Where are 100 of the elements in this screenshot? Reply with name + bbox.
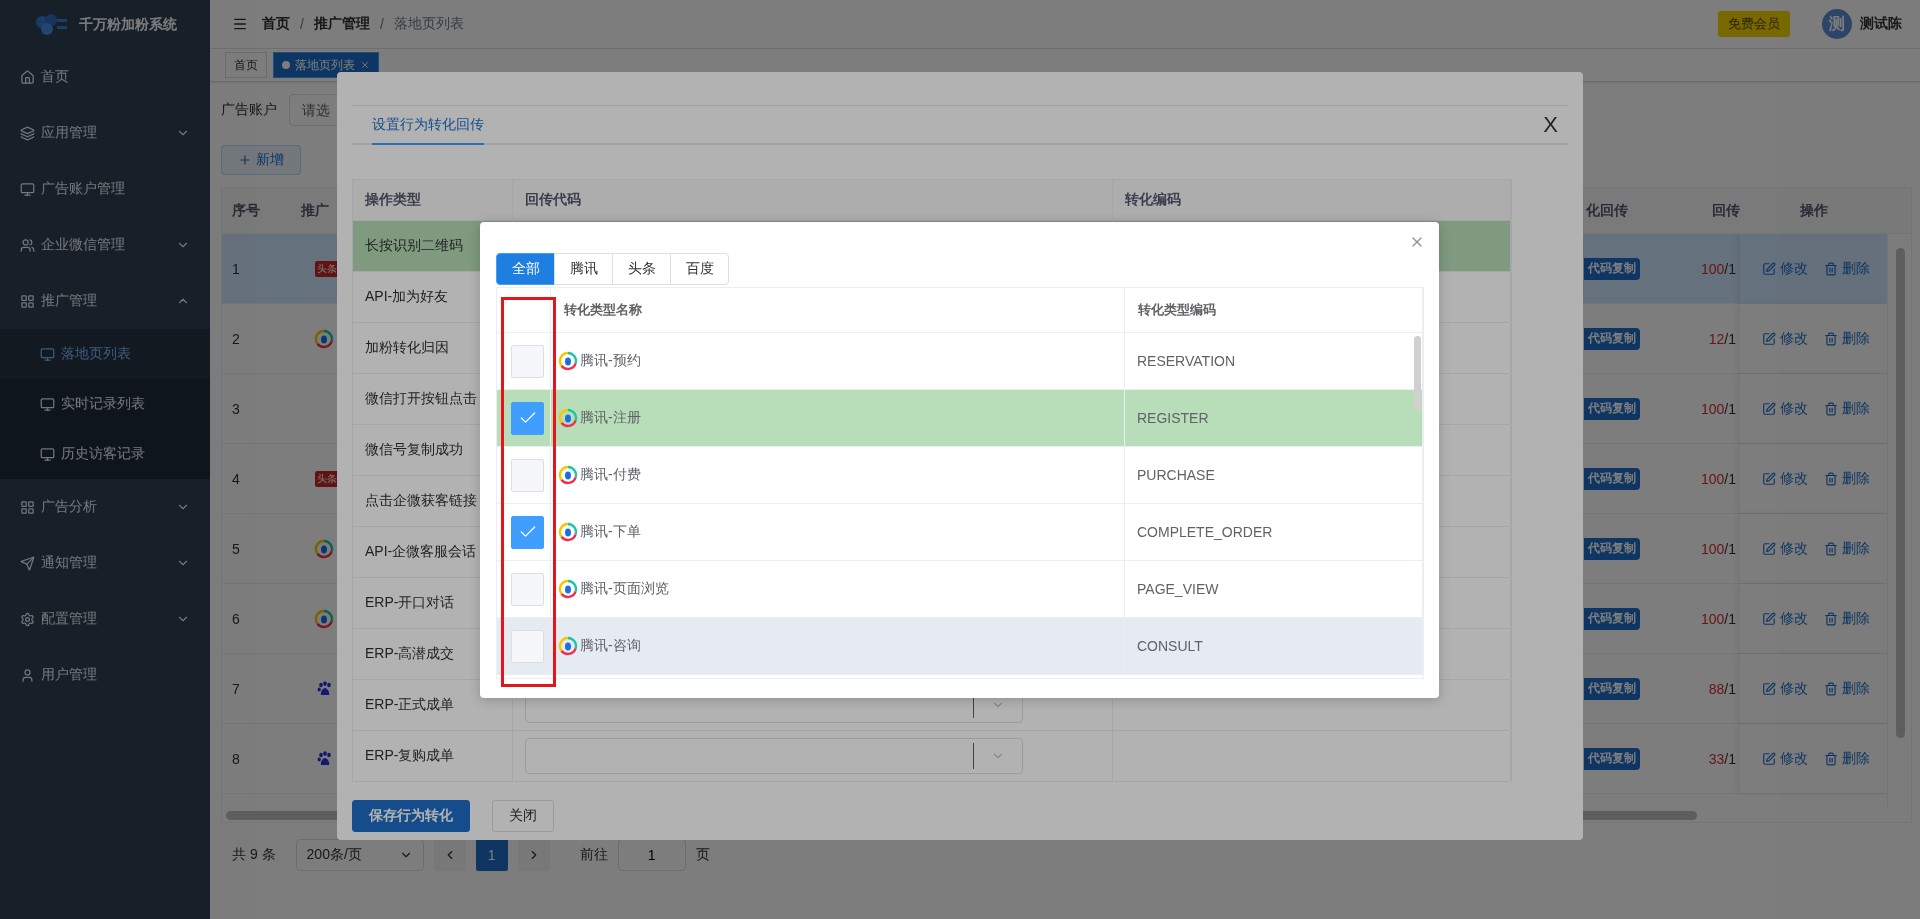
column-header: 回传	[1711, 200, 1740, 220]
filter-tab[interactable]: 腾讯	[554, 253, 613, 285]
copy-code-button[interactable]: 代码复制	[1584, 747, 1640, 770]
table-cell: RESERVATION	[1137, 353, 1236, 369]
avatar[interactable]: 测	[1822, 9, 1852, 39]
table-cell-text: 100/1	[1699, 470, 1737, 487]
close-icon[interactable]	[360, 60, 370, 70]
sidebar-item[interactable]: 应用管理	[0, 105, 210, 161]
close-button[interactable]: X	[1533, 111, 1568, 138]
delete-link[interactable]: 删除	[1824, 539, 1870, 558]
delete-link[interactable]: 删除	[1824, 609, 1870, 628]
dot-icon	[282, 61, 290, 69]
column-header: 推广	[301, 201, 329, 220]
sidebar-item[interactable]: 通知管理	[0, 535, 210, 591]
breadcrumb-item[interactable]: 推广管理	[313, 15, 370, 33]
add-button[interactable]: 新增	[221, 145, 301, 175]
breadcrumb-item[interactable]: 落地页列表	[393, 15, 464, 33]
sidebar-item[interactable]: 广告分析	[0, 479, 210, 535]
next-page-button[interactable]	[517, 839, 550, 871]
copy-code-button[interactable]: 代码复制	[1584, 397, 1640, 420]
grid-icon	[20, 499, 35, 515]
menu-icon[interactable]	[232, 16, 248, 32]
delete-link[interactable]: 删除	[1824, 329, 1870, 348]
save-button[interactable]: 保存行为转化	[352, 800, 470, 832]
trash-icon	[1824, 681, 1838, 696]
table-row[interactable]: 腾讯-页面浏览 PAGE_VIEW	[497, 561, 1423, 618]
breadcrumb-item[interactable]: 首页	[262, 15, 290, 33]
trash-icon	[1824, 541, 1838, 556]
page-tag[interactable]: 落地页列表	[273, 52, 379, 78]
trash-icon	[1824, 751, 1838, 766]
logo-icon	[33, 12, 69, 37]
edit-link[interactable]: 修改	[1762, 749, 1808, 768]
edit-link[interactable]: 修改	[1762, 609, 1808, 628]
close-button[interactable]: 关闭	[492, 800, 554, 832]
page-button[interactable]: 1	[475, 839, 508, 871]
checkbox[interactable]	[511, 401, 544, 435]
filter-tab[interactable]: 头条	[612, 253, 671, 285]
table-row[interactable]: 腾讯-付费 PURCHASE	[497, 447, 1423, 504]
table-cell: 腾讯-咨询	[580, 637, 641, 655]
edit-link[interactable]: 修改	[1762, 469, 1808, 488]
column-header: 序号	[231, 200, 261, 220]
delete-link[interactable]: 删除	[1824, 259, 1870, 278]
sidebar-item[interactable]: 广告账户管理	[0, 161, 210, 217]
edit-link[interactable]: 修改	[1762, 399, 1808, 418]
sidebar-item[interactable]: 首页	[0, 49, 210, 105]
user-name[interactable]: 测试陈	[1860, 15, 1902, 33]
filter-tab[interactable]: 百度	[670, 253, 729, 285]
select-field[interactable]	[525, 738, 1023, 774]
table-cell-text: 12/1	[1707, 330, 1737, 347]
app-title: 千万粉加粉系统	[79, 15, 177, 34]
sidebar-subitem[interactable]: 历史访客记录	[0, 429, 210, 479]
copy-code-button[interactable]: 代码复制	[1584, 677, 1640, 700]
edit-link[interactable]: 修改	[1762, 679, 1808, 698]
grid-icon	[20, 293, 35, 309]
table-cell: 腾讯-预约	[580, 352, 641, 370]
table-cell-text: 5	[231, 540, 241, 557]
scrollbar-thumb[interactable]	[1414, 336, 1421, 411]
channel-logo-icon	[558, 408, 578, 428]
edit-icon	[1762, 541, 1776, 556]
sidebar-item[interactable]: 推广管理	[0, 273, 210, 329]
copy-code-button[interactable]: 代码复制	[1584, 607, 1640, 630]
edit-icon	[1762, 611, 1776, 626]
sidebar-item[interactable]: 配置管理	[0, 591, 210, 647]
checkbox[interactable]	[511, 515, 544, 549]
sidebar-subitem[interactable]: 落地页列表	[0, 329, 210, 379]
sidebar-item[interactable]: 企业微信管理	[0, 217, 210, 273]
column-header: 转化类型编码	[1125, 288, 1423, 332]
delete-link[interactable]: 删除	[1824, 749, 1870, 768]
delete-link[interactable]: 删除	[1824, 679, 1870, 698]
trash-icon	[1824, 401, 1838, 416]
page-tag[interactable]: 首页	[225, 52, 267, 78]
table-row[interactable]: 腾讯-注册 REGISTER	[497, 390, 1423, 447]
table-row[interactable]: 腾讯-咨询 CONSULT	[497, 618, 1423, 675]
sidebar-subitem[interactable]: 实时记录列表	[0, 379, 210, 429]
page-input[interactable]: 1	[617, 839, 686, 871]
send-icon	[20, 555, 35, 571]
filter-tab[interactable]: 全部	[496, 253, 555, 285]
table-row[interactable]: 腾讯-下单 COMPLETE_ORDER	[497, 504, 1423, 561]
edit-link[interactable]: 修改	[1762, 329, 1808, 348]
trash-icon	[1824, 261, 1838, 276]
copy-code-button[interactable]: 代码复制	[1584, 467, 1640, 490]
edit-link[interactable]: 修改	[1762, 539, 1808, 558]
table-cell-text: 7	[231, 680, 241, 697]
sidebar-item[interactable]: 用户管理	[0, 647, 210, 703]
dialog-tab[interactable]: 设置行为转化回传	[372, 107, 484, 145]
filter-label: 广告账户	[221, 101, 277, 119]
paw-icon	[317, 680, 333, 697]
delete-link[interactable]: 删除	[1824, 469, 1870, 488]
edit-icon	[1762, 401, 1776, 416]
table-cell-text: 2	[231, 330, 241, 347]
copy-code-button[interactable]: 代码复制	[1584, 537, 1640, 560]
table-row[interactable]: 腾讯-预约 RESERVATION	[497, 333, 1423, 390]
edit-link[interactable]: 修改	[1762, 259, 1808, 278]
user-icon	[20, 667, 35, 683]
delete-link[interactable]: 删除	[1824, 399, 1870, 418]
trash-icon	[1824, 611, 1838, 626]
prev-page-button[interactable]	[433, 839, 466, 871]
copy-code-button[interactable]: 代码复制	[1584, 257, 1640, 280]
table-row[interactable]: ERP-复购成单	[353, 730, 1510, 781]
copy-code-button[interactable]: 代码复制	[1584, 327, 1640, 350]
